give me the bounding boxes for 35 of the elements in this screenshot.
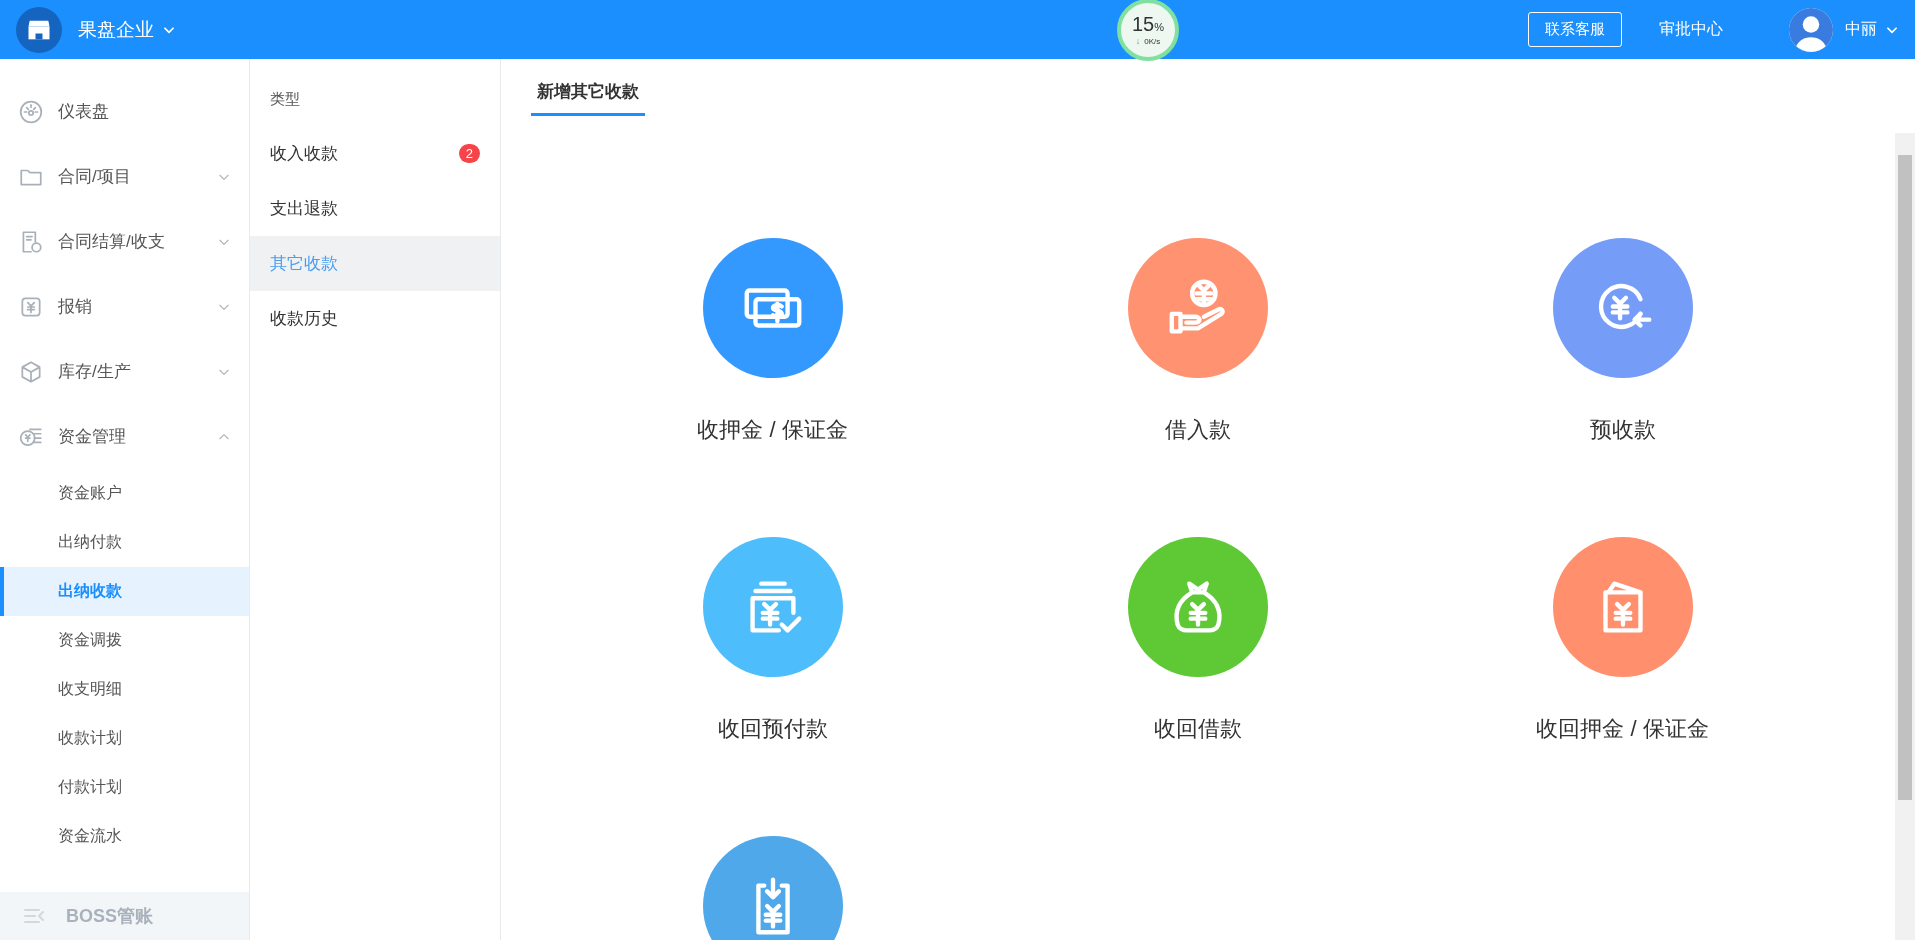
action-label[interactable]: 预收款	[1589, 416, 1656, 444]
type-item[interactable]: 收款历史	[250, 291, 500, 346]
dashboard-icon	[18, 98, 44, 125]
type-heading: 类型	[269, 88, 301, 109]
scrollbar[interactable]	[1895, 133, 1915, 940]
submenu-item[interactable]: 出纳付款	[0, 518, 249, 567]
type-item[interactable]: 收入收款 2	[250, 126, 500, 181]
scrollbar-thumb[interactable]	[1898, 155, 1912, 800]
percent-sign: %	[1154, 22, 1164, 33]
menu-item[interactable]: 报销	[0, 274, 249, 339]
submenu-item[interactable]: 资金调拨	[0, 616, 249, 665]
tab[interactable]: 新增其它收款	[531, 79, 645, 116]
submenu-item[interactable]: 付款计划	[0, 763, 249, 812]
person-icon	[1789, 7, 1833, 52]
submenu-item[interactable]: 资金账户	[0, 469, 249, 518]
download-arrow: ↓	[1135, 36, 1141, 46]
type-item[interactable]: 支出退款	[250, 181, 500, 236]
count-badge: 2	[458, 144, 480, 163]
action-label[interactable]: 收回押金 / 保证金	[1536, 715, 1709, 743]
percent-value: 15	[1132, 14, 1155, 34]
menu-item[interactable]: 合同/项目	[0, 144, 249, 209]
submenu-item[interactable]: 收款计划	[0, 714, 249, 763]
action-label[interactable]: 收回预付款	[717, 715, 828, 743]
submenu-item[interactable]: 收支明细	[0, 665, 249, 714]
submenu-item[interactable]: 资金流水	[0, 812, 249, 861]
menu-item[interactable]: 资金管理	[0, 404, 249, 469]
avatar[interactable]	[1789, 7, 1833, 52]
menu-item[interactable]: 合同结算/收支	[0, 209, 249, 274]
action-label[interactable]: 收押金 / 保证金	[697, 416, 848, 444]
brand-name: BOSS管账	[66, 905, 153, 928]
network-rate: 0K/s	[1144, 36, 1161, 46]
action-label[interactable]: 借入款	[1164, 416, 1231, 444]
action-label[interactable]: 收回借款	[1153, 715, 1242, 743]
menu-item[interactable]: 库存/生产	[0, 339, 249, 404]
menu-item[interactable]: 仪表盘	[0, 79, 249, 144]
